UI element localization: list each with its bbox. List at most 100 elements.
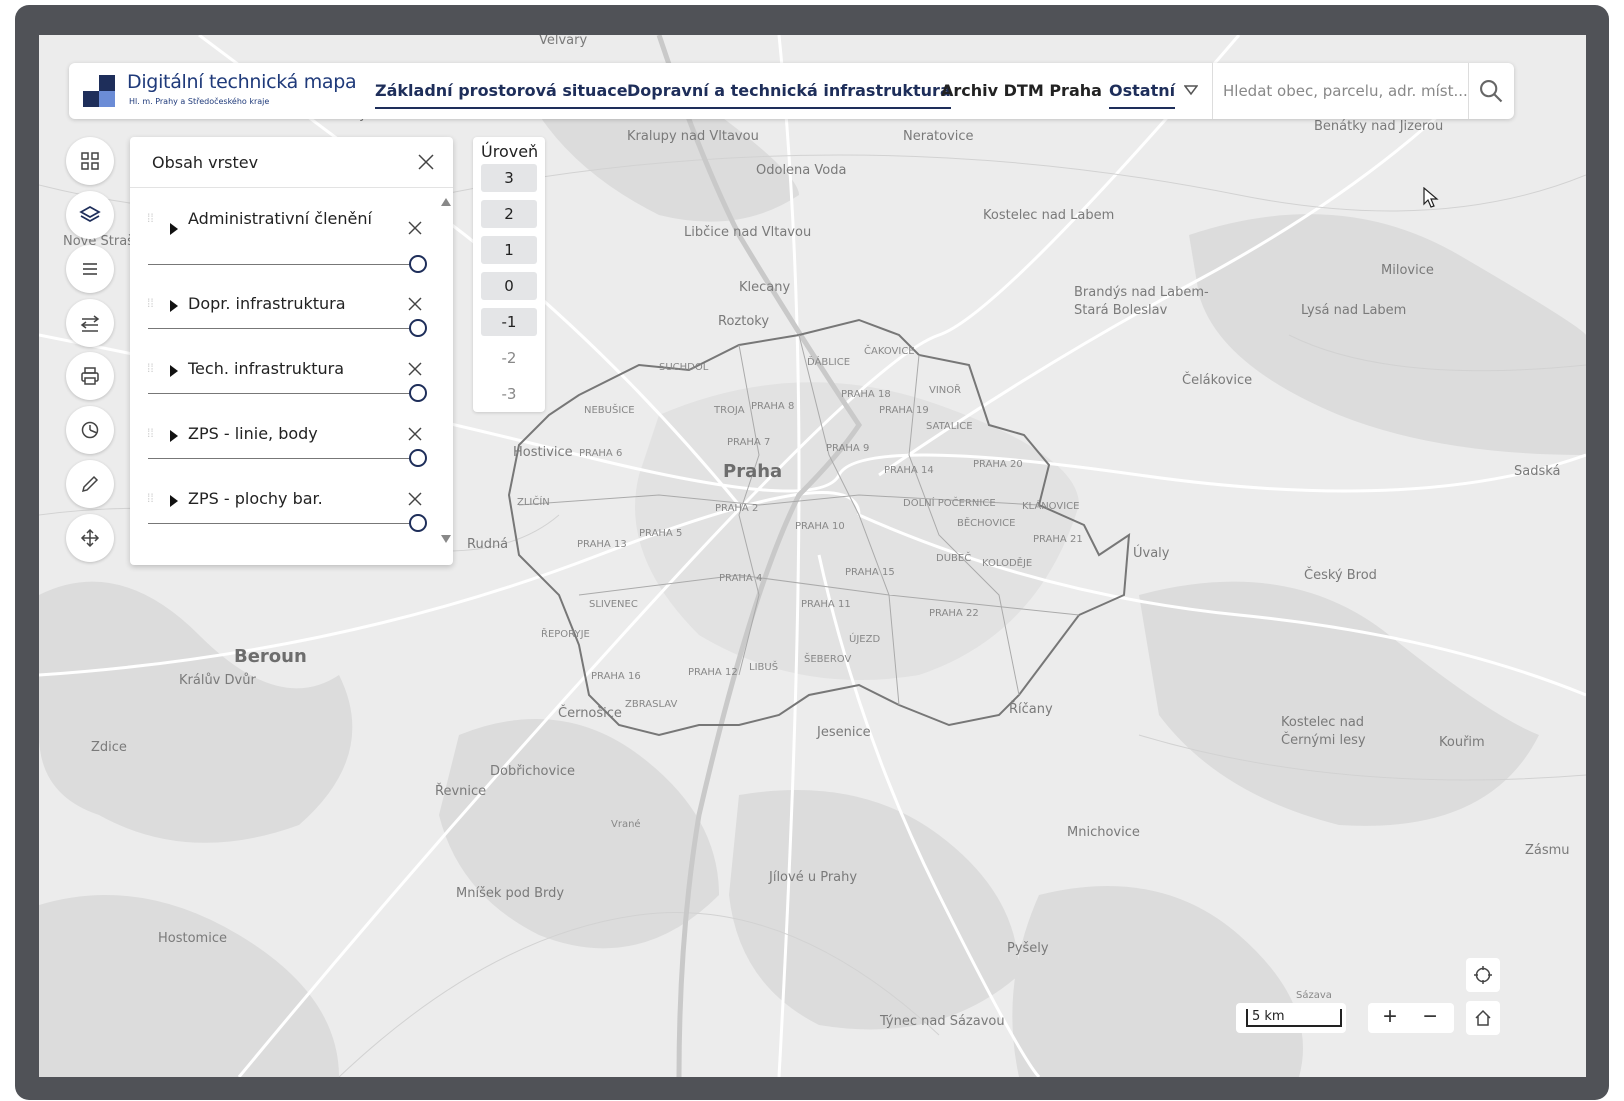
map-label: Praha [723,461,783,482]
home-icon [1475,1009,1491,1026]
dtm-logo-icon [83,75,115,107]
app-subtitle: Hl. m. Prahy a Středočeského kraje [129,97,270,106]
map-label: ZLIČÍN [517,497,550,508]
map-label: PRAHA 7 [727,437,771,448]
nav-zakladni-prostorova-situace[interactable]: Základní prostorová situace [375,81,628,109]
app-title[interactable]: Digitální technická mapa [127,71,357,93]
pencil-icon [81,475,99,493]
search-input[interactable] [1213,75,1470,107]
remove-layer-icon[interactable] [407,296,423,312]
scroll-up-icon[interactable] [441,198,451,206]
grid-tool-button[interactable] [66,137,114,185]
map-label: TROJA [714,405,745,416]
opacity-slider-knob[interactable] [409,319,427,337]
nav-dopravni-technicka-infrastruktura[interactable]: Dopravní a technická infrastruktura [627,81,951,109]
map-label: Libčice nad Vltavou [684,225,812,240]
expand-icon[interactable] [170,495,178,507]
measure-tool-button[interactable] [66,406,114,454]
map-label: Neratovice [903,129,974,144]
map-label: PRAHA 16 [591,671,641,682]
map-label: Sadská [1514,464,1561,479]
map-label: Pyšely [1007,941,1049,956]
drag-handle-icon[interactable]: ⁞⁞ [147,212,159,231]
nav-archiv-dtm-praha[interactable]: Archiv DTM Praha [941,81,1102,100]
close-icon[interactable] [417,153,435,171]
layer-name: Administrativní členění [188,209,372,228]
map-label: PRAHA 4 [719,573,763,584]
map-label: SUCHDOL [659,362,709,373]
print-tool-button[interactable] [66,352,114,400]
map-label: Hostomice [158,931,227,946]
opacity-slider-track[interactable] [148,458,410,459]
drag-handle-icon[interactable]: ⁞⁞ [147,427,159,446]
zoom-in-button[interactable]: + [1370,1003,1410,1033]
map-label: Sázava [1296,990,1332,1001]
locate-button[interactable] [1466,958,1500,992]
layers-tool-button[interactable] [66,191,114,239]
map-label: Řevnice [435,784,487,799]
expand-icon[interactable] [170,365,178,377]
level-button[interactable]: 1 [481,236,537,264]
move-icon [80,528,100,548]
chevron-down-icon[interactable] [1184,84,1198,96]
map-label: Lysá nad Labem [1301,303,1407,318]
map-label: Králův Dvůr [179,673,256,688]
map-label: Český Brod [1304,568,1377,583]
level-button[interactable]: 2 [481,200,537,228]
remove-layer-icon[interactable] [407,361,423,377]
map-label: Rudná [467,537,509,552]
compare-tool-button[interactable] [66,299,114,347]
map-label: PRAHA 12 [688,667,738,678]
home-button[interactable] [1466,1001,1500,1035]
drag-handle-icon[interactable]: ⁞⁞ [147,492,159,511]
opacity-slider-knob[interactable] [409,384,427,402]
level-title: Úroveň [481,142,539,161]
move-tool-button[interactable] [66,514,114,562]
scroll-down-icon[interactable] [441,535,451,543]
remove-layer-icon[interactable] [407,220,423,236]
map-label: PRAHA 19 [879,405,929,416]
expand-icon[interactable] [170,430,178,442]
draw-tool-button[interactable] [66,460,114,508]
map-label: BĚCHOVICE [957,518,1016,529]
level-button[interactable]: 0 [481,272,537,300]
nav-ostatni[interactable]: Ostatní [1109,81,1176,109]
level-button[interactable]: -3 [481,380,537,408]
scale-label: 5 km [1252,1009,1285,1024]
level-button[interactable]: -1 [481,308,537,336]
map-label: ŠEBEROV [804,654,852,665]
opacity-slider-track[interactable] [148,264,410,265]
grid-icon [81,152,99,170]
map-label: Čelákovice [1182,373,1253,388]
map-label: Jesenice [817,725,871,740]
opacity-slider-track[interactable] [148,523,410,524]
opacity-slider-knob[interactable] [409,449,427,467]
layer-name: ZPS - linie, body [188,424,318,443]
map-label: SLIVENEC [589,599,638,610]
map-label: SATALICE [926,421,973,432]
map-label: Milovice [1381,263,1434,278]
map-label: LIBUŠ [749,662,779,673]
expand-icon[interactable] [170,223,178,235]
level-button[interactable]: -2 [481,344,537,372]
opacity-slider-track[interactable] [148,393,410,394]
opacity-slider-track[interactable] [148,328,410,329]
opacity-slider-knob[interactable] [409,255,427,273]
mouse-cursor-icon [1423,187,1439,208]
zoom-controls: + − [1368,1003,1454,1033]
map-label: Stará Boleslav [1074,303,1168,318]
map-label: PRAHA 14 [884,465,934,476]
remove-layer-icon[interactable] [407,426,423,442]
drag-handle-icon[interactable]: ⁞⁞ [147,362,159,381]
legend-tool-button[interactable] [66,245,114,293]
zoom-out-button[interactable]: − [1410,1003,1450,1033]
map-label: Dobřichovice [490,764,575,779]
level-button[interactable]: 3 [481,164,537,192]
search-icon[interactable] [1477,77,1505,105]
opacity-slider-knob[interactable] [409,514,427,532]
remove-layer-icon[interactable] [407,491,423,507]
drag-handle-icon[interactable]: ⁞⁞ [147,297,159,316]
expand-icon[interactable] [170,300,178,312]
map-label: Roztoky [718,314,770,329]
map-label: Odolena Voda [756,163,847,178]
